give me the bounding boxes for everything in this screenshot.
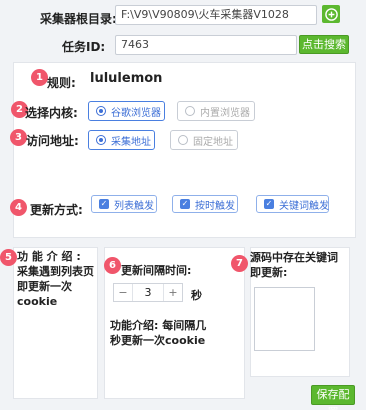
- intro-text-line: 采集遇到列表页: [17, 265, 94, 278]
- badge-5: 5: [0, 249, 17, 266]
- address-option-collect[interactable]: 采集地址: [88, 130, 155, 150]
- radio-unselected-icon: [185, 106, 195, 116]
- rule-label: 规则:: [47, 76, 76, 90]
- interval-label: 更新间隔时间:: [121, 264, 192, 277]
- task-id-label: 任务ID:: [62, 40, 106, 54]
- search-button[interactable]: 点击搜索: [299, 35, 349, 54]
- intro-text-line: 功 能 介 绍 :: [17, 250, 81, 263]
- kernel-option-label: 内置浏览器: [200, 107, 250, 119]
- keyword-label: 源码中存在关键词 即更新:: [250, 250, 338, 280]
- kernel-option-chrome[interactable]: 谷歌浏览器: [88, 101, 165, 121]
- checkbox-checked-icon: ✓: [264, 199, 274, 209]
- keyword-label-line: 源码中存在关键词: [250, 251, 338, 264]
- update-mode-time-trigger[interactable]: ✓ 按时触发: [172, 195, 238, 213]
- badge-7: 7: [231, 255, 248, 272]
- radio-selected-icon: [96, 135, 106, 145]
- update-mode-list-trigger[interactable]: ✓ 列表触发: [91, 195, 157, 213]
- increment-button[interactable]: +: [164, 286, 182, 299]
- badge-1: 1: [31, 69, 48, 86]
- update-mode-label: 更新方式:: [30, 203, 83, 217]
- interval-description-line: 功能介绍: 每间隔几: [110, 319, 207, 332]
- task-id-input[interactable]: 7463: [115, 35, 297, 55]
- kernel-option-label: 谷歌浏览器: [111, 107, 161, 119]
- interval-description-line: 秒更新一次cookie: [110, 334, 206, 347]
- plus-circle-icon: [324, 7, 338, 21]
- kernel-option-builtin[interactable]: 内置浏览器: [177, 101, 255, 121]
- intro-text-line: 即更新一次: [17, 280, 72, 293]
- interval-value[interactable]: 3: [132, 284, 164, 301]
- radio-selected-icon: [96, 106, 106, 116]
- update-mode-option-label: 按时触发: [195, 200, 235, 212]
- interval-unit: 秒: [191, 289, 202, 302]
- checkbox-checked-icon: ✓: [99, 199, 109, 209]
- collector-path-input[interactable]: F:\V9\V90809\火车采集器V1028: [115, 5, 317, 25]
- checkbox-checked-icon: ✓: [180, 199, 190, 209]
- keyword-textarea[interactable]: [254, 287, 315, 351]
- update-mode-option-label: 列表触发: [114, 200, 154, 212]
- keyword-label-line: 即更新:: [250, 266, 288, 279]
- update-mode-option-label: 关键词触发: [279, 200, 329, 212]
- intro-text: 功 能 介 绍 : 采集遇到列表页 即更新一次 cookie: [17, 249, 94, 309]
- badge-6: 6: [104, 257, 121, 274]
- kernel-label: 选择内核:: [25, 106, 78, 120]
- address-option-label: 采集地址: [111, 136, 151, 148]
- collector-path-label: 采集器根目录:: [40, 12, 117, 26]
- add-path-button[interactable]: [322, 5, 340, 23]
- rule-value: lululemon: [90, 71, 163, 86]
- radio-unselected-icon: [178, 135, 188, 145]
- address-option-fixed[interactable]: 固定地址: [170, 130, 238, 150]
- update-mode-keyword-trigger[interactable]: ✓ 关键词触发: [256, 195, 329, 213]
- save-config-button[interactable]: 保存配置: [311, 385, 355, 410]
- interval-description: 功能介绍: 每间隔几 秒更新一次cookie: [110, 318, 206, 348]
- intro-text-line: cookie: [17, 295, 58, 308]
- address-option-label: 固定地址: [193, 136, 233, 148]
- badge-3: 3: [10, 129, 27, 146]
- badge-4: 4: [10, 199, 27, 216]
- decrement-button[interactable]: −: [114, 286, 132, 299]
- address-label: 访问地址:: [26, 134, 79, 148]
- interval-stepper[interactable]: − 3 +: [113, 283, 183, 302]
